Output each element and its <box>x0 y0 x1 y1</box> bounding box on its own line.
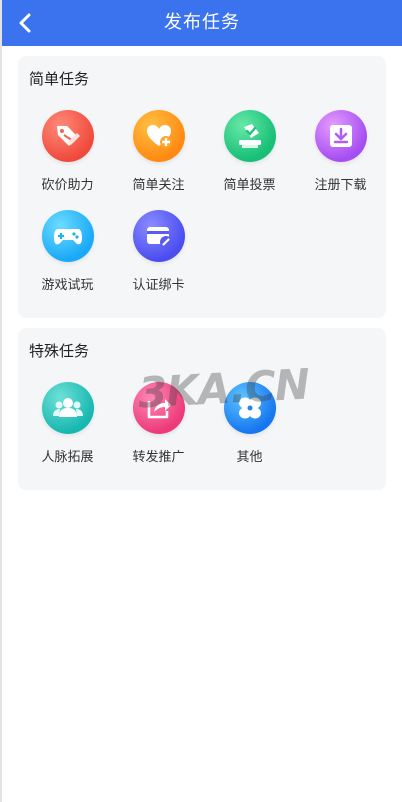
task-label: 砍价助力 <box>41 178 94 193</box>
people-icon <box>41 382 94 434</box>
task-tile-bargain-help[interactable]: 砍价助力 <box>22 110 113 210</box>
simple-tasks-card: 简单任务 砍价助力 简单关注 简单投票 注册下载 游戏试玩 认证绑卡 <box>18 56 386 318</box>
task-tile-game-trial[interactable]: 游戏试玩 <box>22 210 113 310</box>
task-label: 注册下载 <box>314 178 367 193</box>
tag-slash-icon <box>41 110 94 162</box>
task-tile-verify-card[interactable]: 认证绑卡 <box>113 210 204 310</box>
heart-plus-icon <box>132 110 185 162</box>
simple-tasks-grid: 砍价助力 简单关注 简单投票 注册下载 游戏试玩 认证绑卡 <box>18 110 386 310</box>
gamepad-icon <box>41 210 94 262</box>
download-icon <box>314 110 367 162</box>
task-label: 其他 <box>236 450 263 465</box>
task-tile-register-download[interactable]: 注册下载 <box>295 110 386 210</box>
task-label: 游戏试玩 <box>41 278 94 293</box>
publish-task-page: 发布任务 简单任务 砍价助力 简单关注 简单投票 注册下载 游戏试玩 认证绑卡 … <box>0 0 402 802</box>
top-navigation-bar: 发布任务 <box>2 0 402 46</box>
section-title-special-tasks: 特殊任务 <box>29 342 90 360</box>
ballot-box-check-icon <box>223 110 276 162</box>
task-label: 认证绑卡 <box>132 278 185 293</box>
task-label: 人脉拓展 <box>41 450 94 465</box>
task-tile-simple-vote[interactable]: 简单投票 <box>204 110 295 210</box>
bank-card-link-icon <box>132 210 185 262</box>
page-title: 发布任务 <box>164 12 240 33</box>
section-title-simple-tasks: 简单任务 <box>29 70 90 88</box>
task-label: 转发推广 <box>132 450 185 465</box>
watermark-logo: 3KA.CN <box>136 359 311 418</box>
task-label: 简单关注 <box>132 178 185 193</box>
task-label: 简单投票 <box>223 178 276 193</box>
task-tile-network-expand[interactable]: 人脉拓展 <box>22 382 113 482</box>
task-tile-simple-follow[interactable]: 简单关注 <box>113 110 204 210</box>
